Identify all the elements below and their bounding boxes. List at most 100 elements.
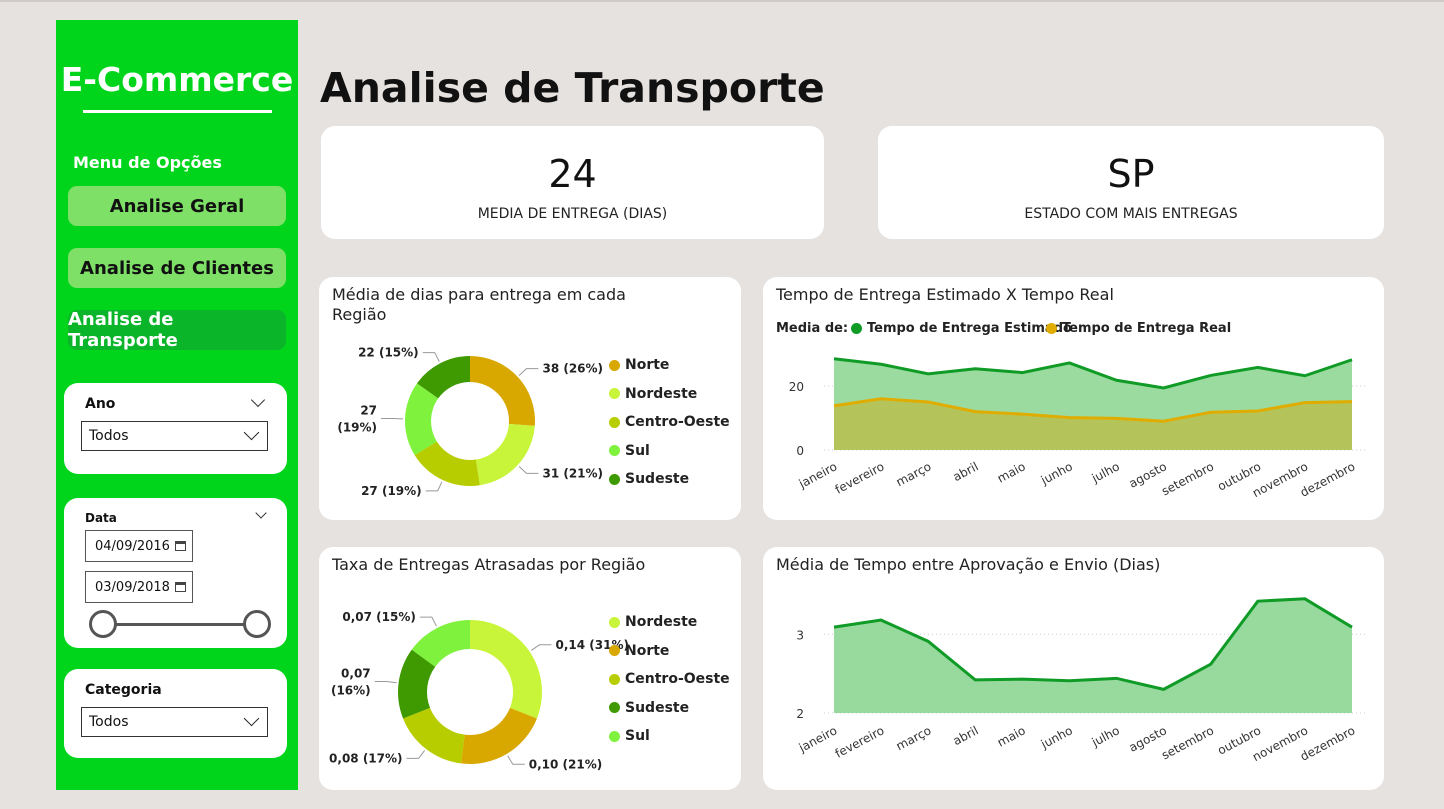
y-tick-label: 0 [796,444,804,458]
legend-item[interactable]: Centro-Oeste [609,671,730,687]
chevron-down-icon[interactable] [255,507,267,519]
leader-line [425,481,443,492]
end-date-input[interactable]: 03/09/2018 [85,571,193,603]
leader-line [507,755,525,765]
top-border [0,0,1444,2]
legend-label: Norte [625,357,670,373]
legend-item[interactable]: Nordeste [609,614,697,630]
y-tick-label: 20 [789,380,804,394]
chevron-down-icon[interactable] [250,392,266,408]
categoria-dropdown-value: Todos [89,714,129,730]
chevron-down-icon [243,710,260,727]
legend-dot [609,416,620,428]
area-card-aprovacao: Média de Tempo entre Aprovação e Envio (… [763,547,1384,790]
x-tick-label: julho [1089,723,1122,750]
legend-dot [609,359,620,371]
nav-analise-clientes-button[interactable]: Analise de Clientes [68,248,286,288]
data-label: 0,10 (21%) [529,757,602,771]
legend-item[interactable]: Sudeste [609,700,689,716]
legend-label: Nordeste [625,614,698,630]
kpi-card-estado: SP ESTADO COM MAIS ENTREGAS [878,126,1384,239]
brand-underline [83,110,272,113]
calendar-icon[interactable] [175,541,186,551]
end-date-value: 03/09/2018 [95,580,170,595]
x-tick-label: fevereiro [833,459,887,496]
kpi-label: MEDIA DE ENTREGA (DIAS) [477,206,668,222]
legend-item[interactable]: Sul [609,443,650,459]
menu-title: Menu de Opções [73,153,222,172]
chevron-down-icon [243,424,260,441]
x-tick-label: junho [1038,723,1075,752]
legend-item[interactable]: Centro-Oeste [609,414,730,430]
legend-item[interactable]: Norte [609,357,669,373]
legend-dot [609,616,620,628]
x-tick-label: abril [951,723,981,748]
area-fill [834,598,1352,713]
data-label: 38 (26%) [542,362,603,376]
legend-label: Centro-Oeste [625,671,730,687]
donut-slice[interactable] [475,423,535,486]
ano-filter-label: Ano [85,396,116,412]
x-tick-label: maio [995,723,1028,749]
x-tick-label: março [894,459,934,489]
data-filter-card: Data 04/09/2016 03/09/2018 [64,498,287,648]
leader-line [518,466,539,474]
legend-label: Nordeste [625,385,698,402]
data-label: 27 (19%) [337,403,377,434]
date-range-slider-start-handle[interactable] [89,610,117,638]
donut-slice[interactable] [403,707,465,764]
kpi-value: 24 [548,152,597,196]
nav-analise-transporte-button[interactable]: Analise de Transporte [68,309,286,351]
date-range-slider-end-handle[interactable] [243,610,271,638]
legend-label: Sul [625,728,650,744]
legend-label: Sul [625,442,650,459]
data-label: 0,07 (16%) [331,666,371,697]
legend-item[interactable]: Norte [609,643,669,659]
legend-dot [609,673,620,685]
calendar-icon[interactable] [175,582,186,592]
ano-dropdown-value: Todos [89,428,129,444]
y-tick-label: 3 [796,628,804,642]
legend-dot [609,445,620,456]
x-tick-label: fevereiro [833,723,887,760]
legend-label: Sudeste [625,699,690,716]
x-tick-label: setembro [1159,459,1216,498]
legend-label: Centro-Oeste [625,414,730,430]
start-date-input[interactable]: 04/09/2016 [85,530,193,562]
legend-item[interactable]: Sudeste [609,471,689,487]
leader-line [518,368,539,376]
page-title: Analise de Transporte [320,64,825,112]
legend-item[interactable]: Sul [609,728,650,744]
leader-line [419,616,437,627]
leader-line [374,680,397,684]
legend-label: Sudeste [625,471,690,487]
donut-slice[interactable] [470,620,542,719]
x-tick-label: julho [1089,459,1122,486]
donut-card-media-dias: Média de dias para entrega em cada Regiã… [319,277,741,520]
legend-dot [609,473,620,485]
area-chart-entrega: 020janeirofevereiro março abril maio junho ju… [789,357,1367,500]
area-chart-aprovacao: 23janeirofevereiro março abril maio junho jul… [796,597,1367,764]
legend-item[interactable]: Nordeste [609,386,697,402]
data-label: 31 (21%) [542,466,603,480]
legend-dot [609,702,620,713]
x-tick-label: setembro [1159,723,1216,762]
sidebar: E-Commerce Menu de Opções Analise Geral … [56,20,298,790]
categoria-dropdown[interactable]: Todos [81,707,268,737]
nav-analise-geral-button[interactable]: Analise Geral [68,186,286,226]
kpi-label: ESTADO COM MAIS ENTREGAS [1024,206,1238,222]
date-range-slider-track[interactable] [104,623,258,626]
ano-dropdown[interactable]: Todos [81,421,268,451]
categoria-filter-label: Categoria [85,682,162,698]
area-card-entrega: Tempo de Entrega Estimado X Tempo Real M… [763,277,1384,520]
data-label: 0,07 (15%) [342,610,415,624]
data-label: 22 (15%) [358,346,419,360]
data-label: 0,08 (17%) [329,751,402,765]
data-filter-label: Data [85,511,117,525]
donut-card-atrasadas: Taxa de Entregas Atrasadas por Região 0,… [319,547,741,790]
x-tick-label: junho [1038,459,1075,488]
donut-slice[interactable] [470,356,535,426]
kpi-card-media-entrega: 24 MEDIA DE ENTREGA (DIAS) [321,126,824,239]
donut-slice[interactable] [460,707,537,764]
ano-filter-card: Ano Todos [64,383,287,474]
